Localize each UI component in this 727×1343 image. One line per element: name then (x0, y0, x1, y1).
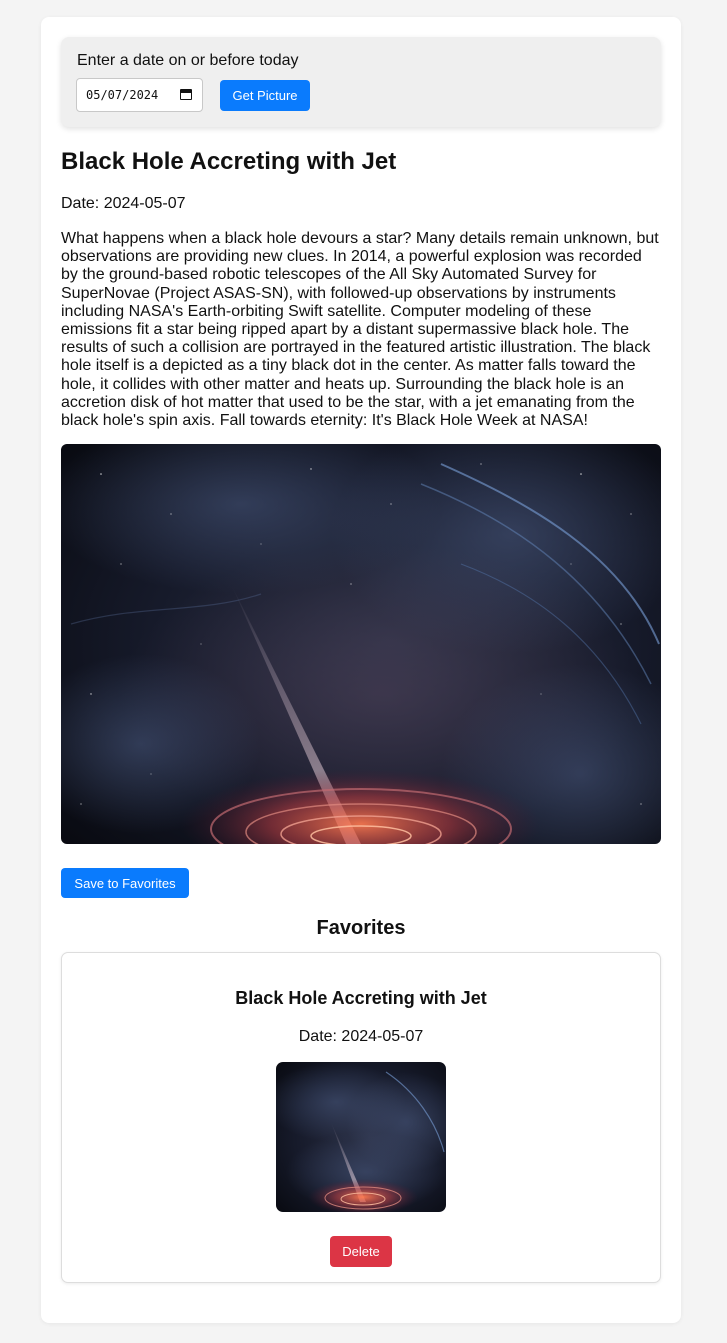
calendar-icon[interactable] (180, 89, 192, 100)
picture-explanation: What happens when a black hole devours a… (61, 230, 659, 430)
favorite-title: Black Hole Accreting with Jet (235, 988, 487, 1008)
save-to-favorites-button[interactable]: Save to Favorites (61, 868, 189, 898)
picture-image (61, 444, 661, 844)
get-picture-button[interactable]: Get Picture (220, 80, 310, 111)
delete-favorite-button[interactable]: Delete (330, 1236, 392, 1267)
date-picker-label: Enter a date on or before today (77, 52, 299, 69)
picture-date: Date: 2024-05-07 (61, 195, 186, 212)
date-picker-panel: Enter a date on or before today 05/07/20… (61, 37, 661, 127)
date-input[interactable]: 05/07/2024 (76, 78, 203, 112)
favorite-date: Date: 2024-05-07 (298, 1028, 424, 1045)
favorite-thumbnail (276, 1062, 446, 1212)
favorite-item: Black Hole Accreting with Jet Date: 2024… (61, 952, 661, 1283)
main-card: Enter a date on or before today 05/07/20… (41, 17, 681, 1323)
date-input-value: 05/07/2024 (86, 88, 159, 102)
picture-title: Black Hole Accreting with Jet (61, 148, 397, 175)
favorites-heading: Favorites (316, 917, 406, 939)
